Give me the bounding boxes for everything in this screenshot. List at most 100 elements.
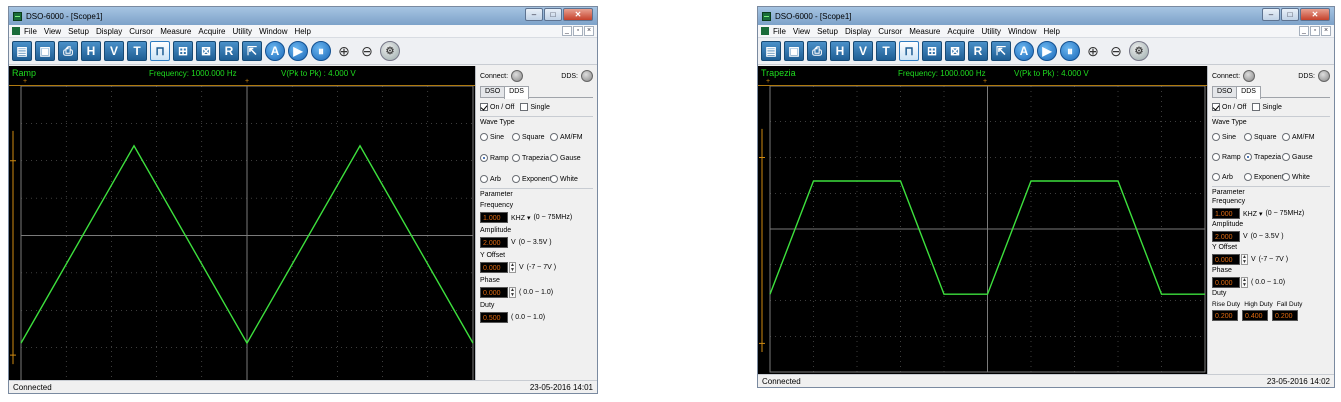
- menu-measure[interactable]: Measure: [160, 27, 191, 36]
- horizontal-icon[interactable]: H: [830, 41, 850, 61]
- menu-view[interactable]: View: [793, 27, 810, 36]
- reference-icon[interactable]: R: [219, 41, 239, 61]
- stop-icon[interactable]: ⏸: [1060, 41, 1080, 61]
- close-button[interactable]: ✕: [563, 8, 593, 21]
- amplitude-input[interactable]: 2.000: [1212, 231, 1240, 242]
- radio-arb[interactable]: [480, 175, 488, 183]
- title-bar[interactable]: DSO-6000 - [Scope1] – □ ✕: [758, 7, 1334, 25]
- tab-dso[interactable]: DSO: [1212, 86, 1238, 97]
- offset-input[interactable]: 0.000: [480, 262, 508, 273]
- minimize-button[interactable]: –: [1262, 8, 1280, 21]
- radio-exponent[interactable]: [1244, 173, 1252, 181]
- trigger-marker-icon[interactable]: +: [245, 78, 249, 85]
- save-icon[interactable]: ▣: [784, 41, 804, 61]
- auto-icon[interactable]: A: [1014, 41, 1034, 61]
- title-bar[interactable]: DSO-6000 - [Scope1] – □ ✕: [9, 7, 597, 25]
- frequency-unit-select[interactable]: KHZ ▾: [1243, 210, 1262, 218]
- radio-gause[interactable]: [1282, 153, 1290, 161]
- record-icon[interactable]: ⇱: [242, 41, 262, 61]
- zoom-out-icon[interactable]: ⊖: [1106, 41, 1126, 61]
- print-icon[interactable]: ⎙: [58, 41, 78, 61]
- phase-input[interactable]: 0.000: [1212, 277, 1240, 288]
- single-checkbox[interactable]: [1252, 103, 1261, 111]
- settings-icon[interactable]: ⚙: [380, 41, 400, 61]
- offset-input[interactable]: 0.000: [1212, 254, 1240, 265]
- mdi-close-button[interactable]: ×: [1321, 26, 1331, 36]
- radio-square[interactable]: [512, 133, 520, 141]
- menu-acquire[interactable]: Acquire: [947, 27, 974, 36]
- phase-spinner[interactable]: ▲ ▼: [1241, 277, 1248, 288]
- menu-file[interactable]: File: [773, 27, 786, 36]
- tab-dds[interactable]: DDS: [504, 86, 529, 99]
- maximize-button[interactable]: □: [544, 8, 562, 21]
- vertical-icon[interactable]: V: [104, 41, 124, 61]
- trigger-icon[interactable]: T: [876, 41, 896, 61]
- print-icon[interactable]: ⎙: [807, 41, 827, 61]
- menu-setup[interactable]: Setup: [68, 27, 89, 36]
- zoom-in-icon[interactable]: ⊕: [334, 41, 354, 61]
- close-button[interactable]: ✕: [1300, 8, 1330, 21]
- radio-square[interactable]: [1244, 133, 1252, 141]
- auto-icon[interactable]: A: [265, 41, 285, 61]
- menu-measure[interactable]: Measure: [909, 27, 940, 36]
- radio-ramp[interactable]: [1212, 153, 1220, 161]
- scope-screen[interactable]: Ramp Frequency: 1000.000 Hz V(Pk to Pk) …: [9, 66, 477, 386]
- frequency-input[interactable]: 1.000: [1212, 208, 1240, 219]
- run-icon[interactable]: ▶: [288, 41, 308, 61]
- open-folder-icon[interactable]: ▤: [12, 41, 32, 61]
- mdi-close-button[interactable]: ×: [584, 26, 594, 36]
- phase-input[interactable]: 0.000: [480, 287, 508, 298]
- maximize-button[interactable]: □: [1281, 8, 1299, 21]
- radio-sine[interactable]: [480, 133, 488, 141]
- horizontal-icon[interactable]: H: [81, 41, 101, 61]
- waveform-icon[interactable]: ⊓: [150, 41, 170, 61]
- frequency-input[interactable]: 1.000: [480, 212, 508, 223]
- menu-help[interactable]: Help: [1044, 27, 1060, 36]
- menu-cursor[interactable]: Cursor: [878, 27, 902, 36]
- high-duty-input[interactable]: 0.400: [1242, 310, 1268, 321]
- mdi-minimize-button[interactable]: _: [1299, 26, 1309, 36]
- single-checkbox[interactable]: [520, 103, 529, 111]
- trigger-marker-icon[interactable]: +: [983, 78, 987, 85]
- menu-display[interactable]: Display: [845, 27, 871, 36]
- record-icon[interactable]: ⇱: [991, 41, 1011, 61]
- zoom-out-icon[interactable]: ⊖: [357, 41, 377, 61]
- trigger-icon[interactable]: T: [127, 41, 147, 61]
- phase-spinner[interactable]: ▲ ▼: [509, 287, 516, 298]
- radio-trapezia[interactable]: [1244, 153, 1252, 161]
- radio-trapezia[interactable]: [512, 154, 520, 162]
- frequency-unit-select[interactable]: KHZ ▾: [511, 214, 530, 222]
- mdi-minimize-button[interactable]: _: [562, 26, 572, 36]
- menu-utility[interactable]: Utility: [233, 27, 253, 36]
- radio-amfm[interactable]: [550, 133, 558, 141]
- zoom-in-icon[interactable]: ⊕: [1083, 41, 1103, 61]
- radio-white[interactable]: [550, 175, 558, 183]
- radio-amfm[interactable]: [1282, 133, 1290, 141]
- math-icon[interactable]: ⊠: [196, 41, 216, 61]
- menu-help[interactable]: Help: [295, 27, 311, 36]
- rise-duty-input[interactable]: 0.200: [1212, 310, 1238, 321]
- menu-utility[interactable]: Utility: [982, 27, 1002, 36]
- open-folder-icon[interactable]: ▤: [761, 41, 781, 61]
- minimize-button[interactable]: –: [525, 8, 543, 21]
- channel-icon[interactable]: ⊞: [922, 41, 942, 61]
- offset-spinner[interactable]: ▲ ▼: [1241, 254, 1248, 265]
- menu-window[interactable]: Window: [259, 27, 287, 36]
- radio-arb[interactable]: [1212, 173, 1220, 181]
- save-icon[interactable]: ▣: [35, 41, 55, 61]
- menu-setup[interactable]: Setup: [817, 27, 838, 36]
- radio-ramp[interactable]: [480, 154, 488, 162]
- settings-icon[interactable]: ⚙: [1129, 41, 1149, 61]
- tab-dso[interactable]: DSO: [480, 86, 506, 97]
- vertical-icon[interactable]: V: [853, 41, 873, 61]
- menu-window[interactable]: Window: [1008, 27, 1036, 36]
- fall-duty-input[interactable]: 0.200: [1272, 310, 1298, 321]
- run-icon[interactable]: ▶: [1037, 41, 1057, 61]
- offset-spinner[interactable]: ▲ ▼: [509, 262, 516, 273]
- waveform-icon[interactable]: ⊓: [899, 41, 919, 61]
- waveform-display[interactable]: [758, 86, 1209, 376]
- stop-icon[interactable]: ⏸: [311, 41, 331, 61]
- channel-icon[interactable]: ⊞: [173, 41, 193, 61]
- tab-dds[interactable]: DDS: [1236, 86, 1261, 99]
- menu-file[interactable]: File: [24, 27, 37, 36]
